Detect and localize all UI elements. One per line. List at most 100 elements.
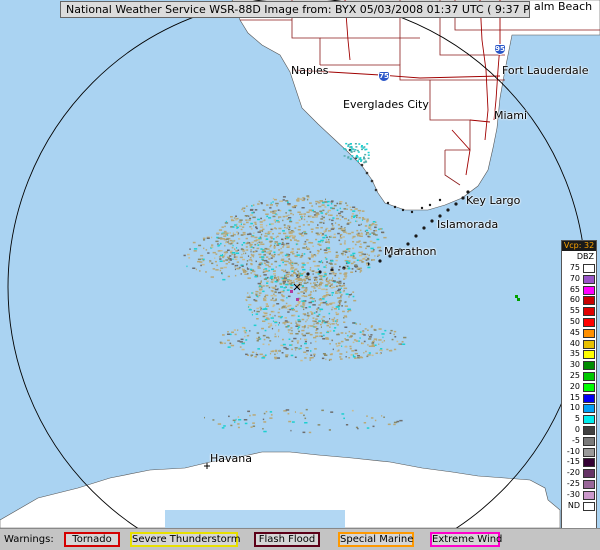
radar-echo-pixel [275,324,277,327]
legend-level-row: -25 [562,479,596,490]
warning-extreme-wind-button[interactable]: Extreme Wind [430,532,502,547]
radar-echo-pixel [335,292,338,294]
radar-echo-pixel [269,313,271,316]
radar-echo-pixel [197,258,201,261]
radar-echo-pixel [353,150,356,153]
radar-echo-pixel [293,270,295,272]
radar-echo-pixel [290,354,294,357]
radar-echo-pixel [338,312,340,315]
radar-echo-pixel [203,239,206,241]
radar-echo-pixel [286,289,290,291]
radar-echo-pixel [292,237,296,239]
radar-echo-pixel [338,344,341,347]
radar-echo-pixel [359,243,362,245]
radar-echo-pixel [225,220,227,223]
radar-echo-pixel [238,221,242,223]
radar-echo-pixel [350,335,353,337]
radar-echo-pixel [285,348,289,350]
radar-echo-pixel [332,273,336,275]
radar-echo-pixel [351,409,354,412]
radar-echo-pixel [283,244,285,247]
city-label-naples: Naples [291,64,329,77]
radar-echo-pixel [323,334,325,337]
radar-echo-pixel [295,320,297,322]
radar-echo-pixel [285,409,290,411]
radar-echo-pixel [276,213,278,216]
radar-echo-pixel [335,311,338,314]
radar-echo-pixel [378,328,382,330]
radar-echo-pixel [347,308,350,311]
radar-echo-pixel [292,308,295,311]
radar-echo-pixel [265,410,268,413]
radar-echo-pixel [295,322,297,324]
radar-echo-pixel [310,228,314,230]
radar-echo-pixel [343,321,346,323]
radar-echo-pixel [325,228,327,231]
radar-echo-pixel [309,357,312,359]
warning-flash-flood-button[interactable]: Flash Flood [254,532,320,547]
radar-echo-pixel [342,250,346,253]
radar-echo-pixel [242,207,245,210]
radar-echo-pixel [269,340,272,342]
radar-echo-pixel [285,302,288,305]
radar-echo-pixel [368,352,371,354]
radar-echo-pixel [304,240,307,243]
radar-echo-pixel [303,308,305,311]
radar-echo-pixel [387,423,391,426]
radar-echo-pixel [273,210,277,212]
radar-echo-pixel [287,295,291,298]
city-label-everglades-city: Everglades City [343,98,429,111]
radar-echo-pixel [359,157,362,159]
radar-echo-pixel [274,295,277,297]
radar-echo-pixel [315,227,319,229]
radar-echo-pixel [256,307,260,310]
radar-echo-pixel [254,223,257,225]
radar-echo-pixel [374,229,378,232]
radar-echo-pixel [313,353,316,356]
radar-echo-pixel [237,232,240,234]
radar-echo-pixel [344,227,346,229]
radar-echo-pixel [319,200,323,202]
radar-echo-pixel [217,243,219,245]
radar-echo-pixel [302,264,306,266]
radar-echo-pixel [278,278,280,281]
radar-echo-pixel [228,261,231,263]
warning-tornado-button[interactable]: Tornado [64,532,120,547]
radar-echo-pixel [246,270,248,273]
radar-echo-pixel [349,157,352,160]
radar-echo-pixel [240,223,242,225]
radar-echo-pixel [282,199,285,201]
radar-echo-pixel [393,423,396,426]
radar-echo-pixel [282,290,285,293]
radar-echo-pixel [320,226,323,229]
radar-echo-pixel [350,151,353,153]
radar-echo-pixel [377,247,379,249]
radar-echo-pixel [288,262,290,264]
radar-echo-pixel [366,263,368,266]
legend-level-row: -20 [562,468,596,479]
warning-special-marine-button[interactable]: Special Marine [338,532,414,547]
radar-echo-pixel [314,276,318,279]
radar-echo-pixel [246,260,249,262]
radar-echo-pixel [349,146,352,148]
radar-echo-pixel [327,322,331,325]
radar-echo-pixel [242,269,246,271]
radar-echo-pixel [255,353,259,356]
radar-echo-pixel [367,157,370,160]
radar-echo-pixel [234,421,236,423]
radar-echo-pixel [357,209,362,212]
radar-echo-pixel [517,298,520,301]
radar-echo-pixel [356,220,358,223]
radar-echo-pixel [364,160,367,162]
radar-echo-pixel [258,294,261,297]
radar-echo-pixel [289,209,292,212]
legend-level-swatch [583,425,595,435]
radar-echo-pixel [328,214,330,216]
radar-echo-pixel [268,269,270,272]
radar-echo-pixel [363,422,367,424]
radar-echo-pixel [355,208,358,210]
warning-severe-thunderstorm-button[interactable]: Severe Thunderstorm [130,532,240,547]
radar-echo-pixel [313,336,317,339]
radar-echo-pixel [297,270,299,273]
radar-echo-pixel [345,332,347,334]
